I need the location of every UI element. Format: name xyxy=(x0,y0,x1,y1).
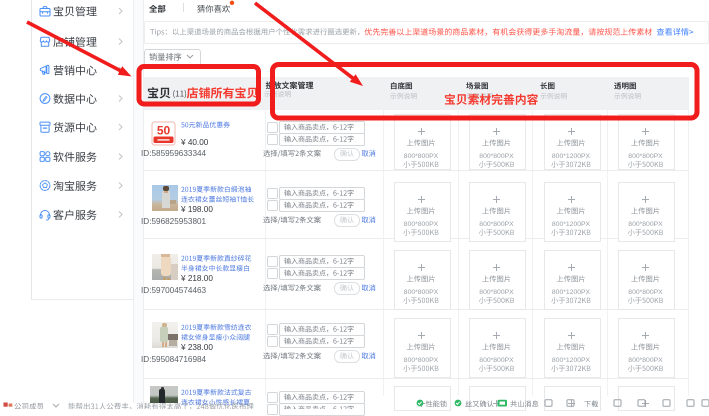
svg-text:50: 50 xyxy=(157,124,171,138)
